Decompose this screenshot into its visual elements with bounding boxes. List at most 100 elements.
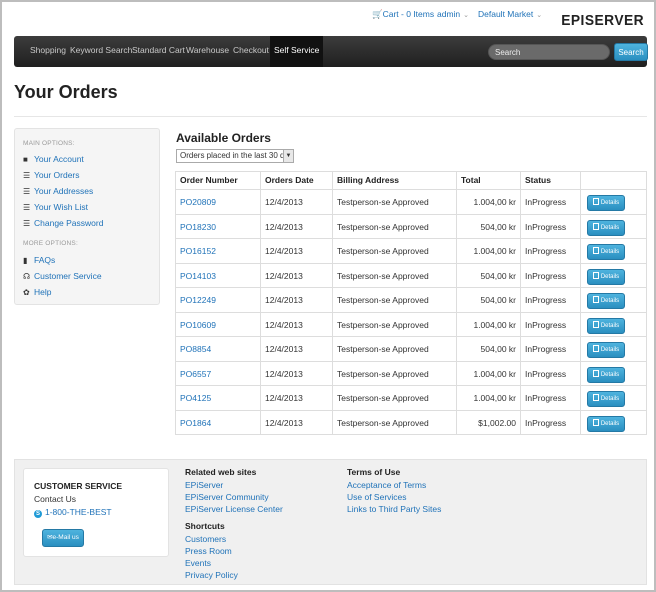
leaf-icon: ✿ <box>23 288 30 297</box>
list-icon <box>592 247 599 254</box>
user-menu[interactable]: admin ⌄ <box>437 9 469 19</box>
order-number-link[interactable]: PO10609 <box>176 313 260 337</box>
list-icon <box>592 394 599 401</box>
available-orders-title: Available Orders <box>176 131 271 145</box>
chevron-down-icon: ⌄ <box>536 12 543 19</box>
search-button[interactable]: Search <box>614 43 648 61</box>
orders-period-select[interactable]: Orders placed in the last 30 days ▼ <box>176 149 294 163</box>
billing-address: Testperson-se Approved <box>332 190 456 214</box>
order-number-link[interactable]: PO18230 <box>176 215 260 239</box>
link-episerver-license-center[interactable]: EPiServer License Center <box>185 504 283 514</box>
nav-keyword-search[interactable]: Keyword Search <box>66 36 136 67</box>
sidebar-item-change-password[interactable]: ☰ Change Password <box>23 218 103 228</box>
details-button[interactable]: Details <box>587 268 625 285</box>
col-billing-address: Billing Address <box>332 172 456 189</box>
list-icon <box>592 418 599 426</box>
list-icon <box>592 345 599 352</box>
order-number-link[interactable]: PO20809 <box>176 190 260 214</box>
details-button[interactable]: Details <box>587 342 625 358</box>
utility-bar: 🛒Cart - 0 Items admin ⌄ Default Market ⌄ E… <box>2 9 654 29</box>
table-row: PO20809 12/4/2013 Testperson-se Approved 1.… <box>176 189 646 214</box>
link-episerver-community[interactable]: EPiServer Community <box>185 492 269 502</box>
link-press-room[interactable]: Press Room <box>185 546 232 556</box>
billing-address: Testperson-se Approved <box>332 337 456 361</box>
search-input[interactable] <box>488 44 610 60</box>
order-date: 12/4/2013 <box>260 386 332 410</box>
order-total: $1,002.00 <box>456 410 520 434</box>
order-date: 12/4/2013 <box>260 214 332 238</box>
headset-icon: ☊ <box>23 272 31 281</box>
details-button[interactable]: Details <box>587 415 625 432</box>
col-order-number: Order Number <box>180 175 238 185</box>
sidebar-item-your-account[interactable]: ■ Your Account <box>23 154 84 164</box>
customer-service-title: CUSTOMER SERVICE <box>34 481 123 491</box>
link-episerver[interactable]: EPiServer <box>185 480 223 490</box>
details-cell: Details <box>580 214 646 238</box>
orders-table: Order Number Orders Date Billing Address… <box>175 171 647 435</box>
order-total: 1.004,00 kr <box>456 312 520 336</box>
phone-link[interactable]: S 1-800-THE-BEST <box>34 507 112 518</box>
customer-service-box: CUSTOMER SERVICE Contact Us S 1-800-THE-B… <box>23 468 169 557</box>
link-privacy-policy[interactable]: Privacy Policy <box>185 570 238 580</box>
link-events[interactable]: Events <box>185 558 211 568</box>
link-use-of-services[interactable]: Use of Services <box>347 492 407 502</box>
chevron-down-icon: ▼ <box>283 150 293 162</box>
details-button[interactable]: Details <box>587 195 625 211</box>
list-icon <box>592 198 599 205</box>
details-button[interactable]: Details <box>587 391 625 407</box>
table-row: PO4125 12/4/2013 Testperson-se Approved 1.0… <box>176 385 646 410</box>
nav-standard-cart[interactable]: Standard Cart <box>128 36 189 67</box>
order-number-link[interactable]: PO8854 <box>176 337 260 361</box>
col-orders-date: Orders Date <box>260 172 332 189</box>
order-status: InProgress <box>520 312 580 336</box>
nav-shopping[interactable]: Shopping <box>26 36 70 67</box>
col-status: Status <box>520 172 580 189</box>
divider <box>14 116 647 117</box>
contact-us-label: Contact Us <box>34 494 77 504</box>
details-cell: Details <box>580 410 646 434</box>
details-button[interactable]: Details <box>587 317 625 334</box>
billing-address: Testperson-se Approved <box>332 263 456 287</box>
order-number-link[interactable]: PO14103 <box>176 264 260 288</box>
order-date: 12/4/2013 <box>260 288 332 312</box>
sidebar-item-your-addresses[interactable]: ☰ Your Addresses <box>23 186 93 196</box>
order-status: InProgress <box>520 410 580 434</box>
details-cell: Details <box>580 239 646 263</box>
more-options-header: MORE OPTIONS: <box>23 240 78 247</box>
sidebar-item-your-wish-list[interactable]: ☰ Your Wish List <box>23 202 88 212</box>
market-menu[interactable]: Default Market ⌄ <box>478 9 542 19</box>
email-us-button[interactable]: ✉e-Mail us <box>42 529 84 547</box>
order-total: 1.004,00 kr <box>456 190 520 214</box>
page-title: Your Orders <box>14 82 118 102</box>
episerver-logo[interactable]: EPISERVER <box>561 12 644 29</box>
order-date: 12/4/2013 <box>260 239 332 263</box>
order-number-link[interactable]: PO12249 <box>176 288 260 312</box>
cart-link[interactable]: 🛒Cart - 0 Items <box>372 9 434 20</box>
details-button[interactable]: Details <box>587 219 625 236</box>
sidebar-item-customer-service[interactable]: ☊ Customer Service <box>23 271 102 281</box>
nav-self-service[interactable]: Self Service <box>270 36 324 67</box>
order-date: 12/4/2013 <box>260 410 332 434</box>
nav-checkout[interactable]: Checkout <box>229 36 273 67</box>
details-button[interactable]: Details <box>587 244 625 260</box>
order-number-link[interactable]: PO1864 <box>176 411 260 435</box>
order-number-link[interactable]: PO16152 <box>176 239 260 263</box>
billing-address: Testperson-se Approved <box>332 386 456 410</box>
sidebar-item-help[interactable]: ✿ Help <box>23 287 51 297</box>
terms-title: Terms of Use <box>347 467 401 477</box>
details-button[interactable]: Details <box>587 366 625 383</box>
sidebar-item-faqs[interactable]: ▮ FAQs <box>23 255 55 265</box>
order-number-link[interactable]: PO4125 <box>176 386 260 410</box>
sidebar: MAIN OPTIONS: ■ Your Account ☰ Your Orders… <box>14 128 160 305</box>
details-button[interactable]: Details <box>587 293 625 309</box>
order-date: 12/4/2013 <box>260 263 332 287</box>
nav-warehouse[interactable]: Warehouse <box>182 36 233 67</box>
sidebar-item-your-orders[interactable]: ☰ Your Orders <box>23 170 80 180</box>
order-total: 504,00 kr <box>456 214 520 238</box>
table-row: PO14103 12/4/2013 Testperson-se Approved 50… <box>176 262 646 288</box>
order-number-link[interactable]: PO6557 <box>176 362 260 386</box>
details-cell: Details <box>580 288 646 312</box>
link-customers[interactable]: Customers <box>185 534 226 544</box>
link-acceptance-of-terms[interactable]: Acceptance of Terms <box>347 480 426 490</box>
link-third-party-sites[interactable]: Links to Third Party Sites <box>347 504 441 514</box>
